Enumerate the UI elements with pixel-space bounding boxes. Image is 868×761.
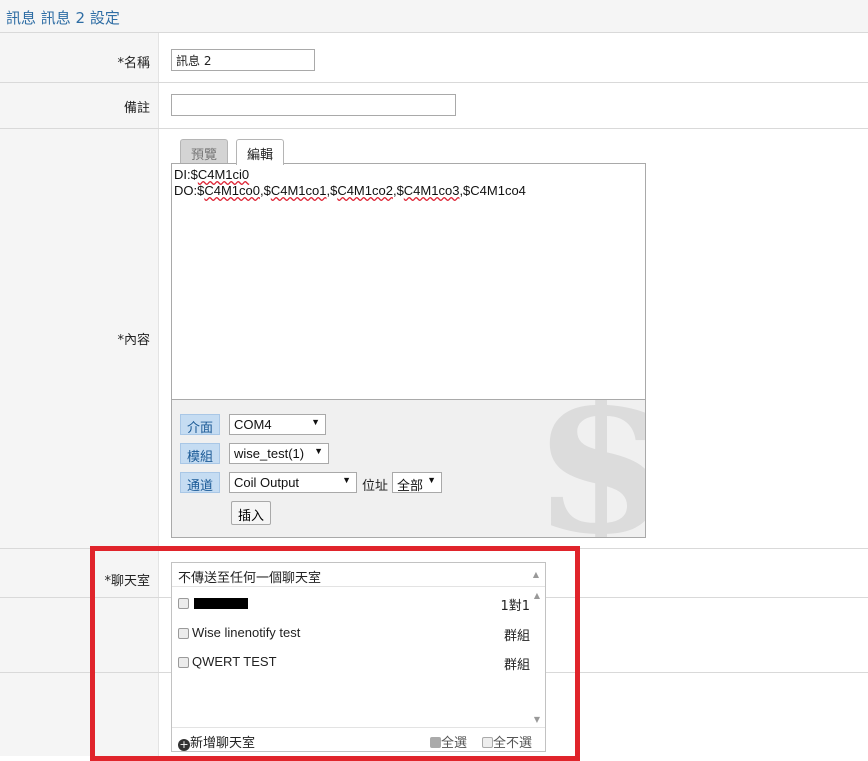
name-label: *名稱 xyxy=(117,56,150,71)
dollar-watermark-icon: $ xyxy=(532,400,645,537)
chatroom-list: 1對1 Wise linenotify test 群組 QWERT TEST 群… xyxy=(172,587,545,727)
insert-button[interactable]: 插入 xyxy=(231,501,272,525)
scroll-up-arrow-icon[interactable]: ▲ xyxy=(533,570,539,579)
list-scroll-down-icon[interactable]: ▼ xyxy=(534,715,540,724)
chatroom-dropdown[interactable]: 不傳送至任何一個聊天室 ▲ xyxy=(172,563,545,587)
content-label: *內容 xyxy=(117,333,150,348)
address-select[interactable]: 全部 ▼ xyxy=(392,472,442,493)
select-none-button[interactable]: 全不選 xyxy=(482,732,532,751)
name-input[interactable] xyxy=(171,49,315,71)
interface-tag: 介面 xyxy=(180,414,221,436)
row-divider xyxy=(0,82,868,83)
chatroom-item[interactable]: QWERT TEST 群組 xyxy=(178,654,530,673)
channel-tag: 通道 xyxy=(180,472,221,494)
list-scroll-up-icon[interactable]: ▲ xyxy=(534,591,540,600)
title-bar: 訊息 訊息 2 設定 xyxy=(0,0,868,33)
channel-select[interactable]: Coil Output ▼ xyxy=(229,472,357,493)
row-divider xyxy=(0,548,868,549)
editor-line-do: DO:$C4M1co0,$C4M1co1,$C4M1co2,$C4M1co3,$… xyxy=(174,183,526,198)
chatroom-checkbox[interactable] xyxy=(178,657,189,668)
chatroom-type: 群組 xyxy=(503,629,530,644)
tab-edit[interactable]: 編輯 xyxy=(236,139,285,165)
add-chatroom-button[interactable]: +新增聊天室 xyxy=(178,732,255,751)
chatroom-name: QWERT TEST xyxy=(192,654,277,669)
select-all-button[interactable]: 全選 xyxy=(430,732,467,751)
dropdown-arrow-icon: ▼ xyxy=(311,417,320,427)
column-divider xyxy=(158,33,159,756)
chatroom-selector: 不傳送至任何一個聊天室 ▲ 1對1 Wise linenotify test 群… xyxy=(171,562,546,752)
chatroom-type: 群組 xyxy=(503,658,530,673)
chatroom-label: *聊天室 xyxy=(104,574,150,589)
plus-circle-icon: + xyxy=(178,738,190,751)
tab-preview[interactable]: 預覽 xyxy=(180,139,229,164)
chatroom-name: Wise linenotify test xyxy=(192,625,301,640)
module-tag: 模組 xyxy=(180,443,221,465)
interface-select[interactable]: COM4 ▼ xyxy=(229,414,326,435)
chatroom-checkbox[interactable] xyxy=(178,628,189,639)
dropdown-arrow-icon: ▼ xyxy=(342,475,351,485)
chatroom-checkbox[interactable] xyxy=(178,598,189,609)
redacted-name xyxy=(194,598,248,609)
chatroom-item[interactable]: Wise linenotify test 群組 xyxy=(178,625,530,644)
editor-line-di: DI:$C4M1ci0 xyxy=(174,167,250,182)
select-all-icon xyxy=(430,737,441,748)
note-label: 備註 xyxy=(123,101,150,116)
select-none-icon xyxy=(482,737,493,748)
row-divider xyxy=(0,128,868,129)
content-editor[interactable]: DI:$C4M1ci0 DO:$C4M1co0,$C4M1co1,$C4M1co… xyxy=(171,163,646,400)
module-select[interactable]: wise_test(1) ▼ xyxy=(229,443,329,464)
dropdown-arrow-icon: ▼ xyxy=(427,475,436,485)
chatroom-type: 1對1 xyxy=(500,599,530,614)
chatroom-item[interactable]: 1對1 xyxy=(178,595,530,614)
dropdown-arrow-icon: ▼ xyxy=(314,446,323,456)
note-input[interactable] xyxy=(171,94,456,116)
page-title: 訊息 訊息 2 設定 xyxy=(6,9,120,27)
chatroom-footer: +新增聊天室 全選 全不選 xyxy=(172,727,545,751)
label-column xyxy=(0,33,158,756)
address-label: 位址 xyxy=(362,479,389,494)
